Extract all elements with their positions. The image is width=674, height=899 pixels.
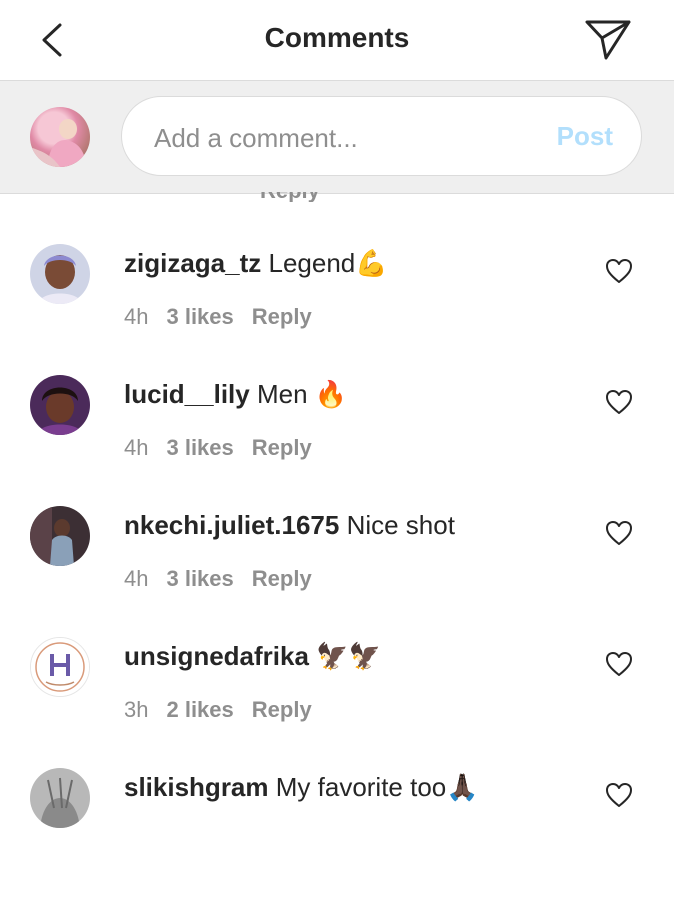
comment-composer: Post xyxy=(0,81,674,194)
page-title: Comments xyxy=(264,22,410,53)
heart-outline-icon[interactable] xyxy=(605,782,633,808)
reply-button[interactable]: Reply xyxy=(252,566,312,591)
post-button[interactable]: Post xyxy=(557,121,613,152)
reply-button[interactable]: Reply xyxy=(252,304,312,329)
comment-text: Legend💪 xyxy=(268,248,388,278)
likes-count[interactable]: 2 likes xyxy=(166,697,233,722)
heart-outline-icon[interactable] xyxy=(605,258,633,284)
likes-count[interactable]: 3 likes xyxy=(166,304,233,329)
comment-text: My favorite too🙏🏿 xyxy=(275,772,479,802)
comment-item: slikishgram My favorite too🙏🏿 xyxy=(0,768,674,899)
avatar[interactable] xyxy=(30,375,90,435)
partial-reply-link: Reply xyxy=(240,192,320,202)
comment-username[interactable]: slikishgram xyxy=(124,772,269,802)
comment-input[interactable] xyxy=(152,117,516,159)
comment-text: Men 🔥 xyxy=(256,379,348,409)
avatar[interactable] xyxy=(30,244,90,304)
top-app-bar: Comments xyxy=(0,0,674,81)
likes-count[interactable]: 3 likes xyxy=(166,566,233,591)
comment-item: zigizaga_tz Legend💪 4h 3 likes Reply xyxy=(0,244,674,375)
comment-item: lucid__lily Men 🔥 4h 3 likes Reply xyxy=(0,375,674,506)
avatar[interactable] xyxy=(30,768,90,828)
comment-time: 4h xyxy=(124,566,149,591)
comment-text: Nice shot xyxy=(346,510,455,540)
likes-count[interactable]: 3 likes xyxy=(166,435,233,460)
current-user-avatar xyxy=(30,107,90,167)
comment-username[interactable]: zigizaga_tz xyxy=(124,248,261,278)
comment-time: 4h xyxy=(124,435,149,460)
reply-button[interactable]: Reply xyxy=(252,697,312,722)
avatar[interactable] xyxy=(30,506,90,566)
reply-button[interactable]: Reply xyxy=(252,435,312,460)
comment-username[interactable]: lucid__lily xyxy=(124,379,250,409)
heart-outline-icon[interactable] xyxy=(605,651,633,677)
comment-time: 3h xyxy=(124,697,149,722)
heart-outline-icon[interactable] xyxy=(605,520,633,546)
comment-item: nkechi.juliet.1675 Nice shot 4h 3 likes Re… xyxy=(0,506,674,637)
paper-plane-icon[interactable] xyxy=(584,18,632,62)
comment-item: unsignedafrika 🦅🦅 3h 2 likes Reply xyxy=(0,637,674,768)
comment-time: 4h xyxy=(124,304,149,329)
comment-input-container[interactable]: Post xyxy=(121,96,642,176)
avatar[interactable] xyxy=(30,637,90,697)
comment-username[interactable]: nkechi.juliet.1675 xyxy=(124,510,339,540)
heart-outline-icon[interactable] xyxy=(605,389,633,415)
comment-text: 🦅🦅 xyxy=(316,641,381,671)
comment-username[interactable]: unsignedafrika xyxy=(124,641,309,671)
